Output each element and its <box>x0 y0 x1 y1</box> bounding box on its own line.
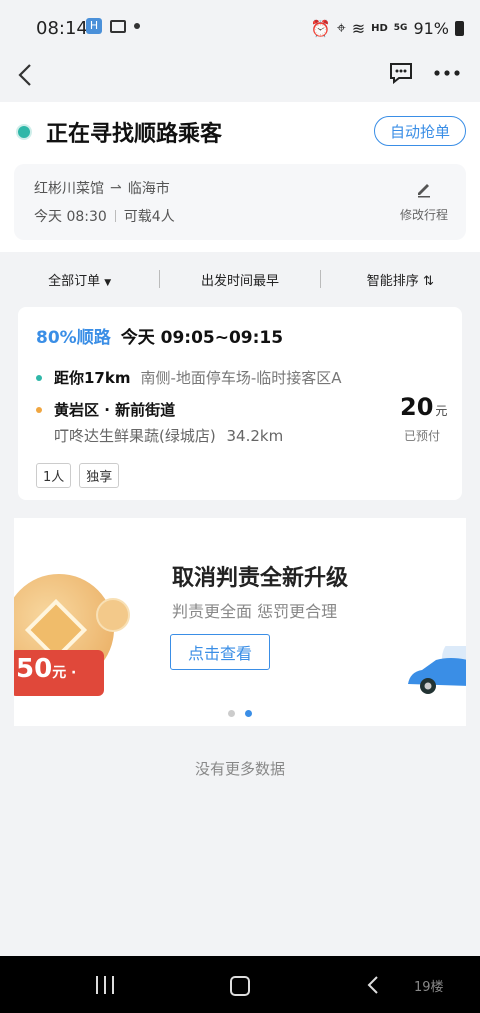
promo-banner[interactable]: 50元 · 取消判责全新升级 判责更全面 惩罚更合理 点击查看 <box>14 518 466 726</box>
dropdown-caret-icon: ▼ <box>104 277 112 288</box>
trip-route: 红彬川菜馆 ⇀ 临海市 <box>34 178 170 198</box>
wifi-icon: ≋ <box>351 18 366 38</box>
edit-trip-label: 修改行程 <box>399 208 448 222</box>
filter-earliest-departure[interactable]: 出发时间最早 <box>160 270 319 289</box>
trip-to: 临海市 <box>127 181 170 197</box>
back-arrow-icon[interactable] <box>14 60 38 90</box>
alarm-icon: ⏰ <box>310 18 331 38</box>
page-title: 正在寻找顺路乘客 <box>16 116 222 148</box>
coupon-illustration: 50元 · <box>14 574 144 704</box>
battery-level: 91% <box>413 18 449 38</box>
banner-subtitle: 判责更全面 惩罚更合理 <box>172 602 338 621</box>
filter-all-orders[interactable]: 全部订单 ▼ <box>0 270 159 289</box>
route-arrow-icon: ⇀ <box>110 180 122 196</box>
coupon-amount: 50 <box>16 654 53 684</box>
battery-icon <box>455 20 464 36</box>
trip-from: 红彬川菜馆 <box>34 181 104 197</box>
coupon-unit: 元 · <box>52 665 77 681</box>
carousel-indicator <box>228 710 252 717</box>
price-value: 20 <box>400 393 434 421</box>
carousel-dot[interactable] <box>228 710 235 717</box>
system-nav-bar <box>0 956 480 1013</box>
page-title-text: 正在寻找顺路乘客 <box>46 122 223 147</box>
pickup-place: 南侧-地面停车场-临时接客区A <box>140 369 342 387</box>
pickup-row: 距你17km 南侧-地面停车场-临时接客区A <box>36 367 342 388</box>
more-icon[interactable] <box>434 70 460 76</box>
trip-seats: 可载4人 <box>123 209 175 225</box>
pickup-dot-icon <box>36 374 42 381</box>
status-time: 08:14 <box>36 18 88 39</box>
banner-title: 取消判责全新升级 <box>172 566 349 591</box>
app-notification-icon: H <box>86 18 102 34</box>
view-details-button[interactable]: 点击查看 <box>170 634 270 670</box>
order-price: 20 元 <box>400 393 447 421</box>
dropoff-place: 叮咚达生鲜果蔬(绿城店) <box>54 427 216 445</box>
tag-exclusive: 独享 <box>79 463 120 488</box>
status-bar: 08:14 H ⏰ ⌖ ≋ HD 5G 91% <box>0 0 480 56</box>
car-illustration-icon <box>408 646 466 694</box>
tag-passengers: 1人 <box>36 463 72 488</box>
auto-grab-button[interactable]: 自动抢单 <box>374 116 466 146</box>
order-tags: 1人 独享 <box>36 463 120 488</box>
edit-pencil-icon <box>418 184 430 198</box>
trip-time: 今天 08:30 <box>34 209 107 225</box>
pickup-distance: 距你17km <box>54 369 131 387</box>
chat-icon[interactable] <box>389 62 413 84</box>
recent-apps-icon[interactable] <box>96 976 114 994</box>
no-more-data-label: 没有更多数据 <box>194 760 285 778</box>
dropoff-detail: 叮咚达生鲜果蔬(绿城店) 34.2km <box>54 425 283 446</box>
dropoff-dot-icon <box>36 406 42 413</box>
trip-card[interactable]: 红彬川菜馆 ⇀ 临海市 今天 08:30 可载4人 修改行程 <box>14 164 466 240</box>
order-card[interactable]: 80%顺路 今天 09:05~09:15 距你17km 南侧-地面停车场-临时接… <box>18 307 462 500</box>
filter-smart-sort[interactable]: 智能排序 ⇅ <box>321 270 480 289</box>
watermark: 19楼 <box>414 980 444 995</box>
sort-icon: ⇅ <box>422 273 434 289</box>
filter-bar: 全部订单 ▼ 出发时间最早 智能排序 ⇅ <box>0 262 480 296</box>
nav-bar <box>0 56 480 102</box>
red-envelope: 50元 · <box>14 650 104 696</box>
location-icon: ⌖ <box>336 18 346 37</box>
signal-icon: 5G <box>393 23 408 33</box>
dropoff-area: 黄岩区 · 新前街道 <box>54 401 176 419</box>
system-back-icon[interactable] <box>366 974 380 996</box>
dropoff-distance: 34.2km <box>226 427 284 445</box>
match-percentage: 80%顺路 <box>36 328 111 348</box>
more-notifications-icon <box>134 23 140 29</box>
price-unit: 元 <box>435 404 448 418</box>
prepaid-label: 已预付 <box>404 429 441 443</box>
small-coin-icon <box>96 598 130 632</box>
home-icon[interactable] <box>230 976 250 996</box>
carousel-dot-active[interactable] <box>245 710 252 717</box>
image-notification-icon <box>110 19 126 33</box>
divider <box>114 210 116 222</box>
pickup-window: 今天 09:05~09:15 <box>120 328 284 348</box>
hd-icon: HD <box>371 22 388 34</box>
dropoff-row: 黄岩区 · 新前街道 <box>36 399 175 420</box>
searching-status-icon <box>16 124 32 140</box>
edit-trip-button[interactable]: 修改行程 <box>392 180 456 223</box>
